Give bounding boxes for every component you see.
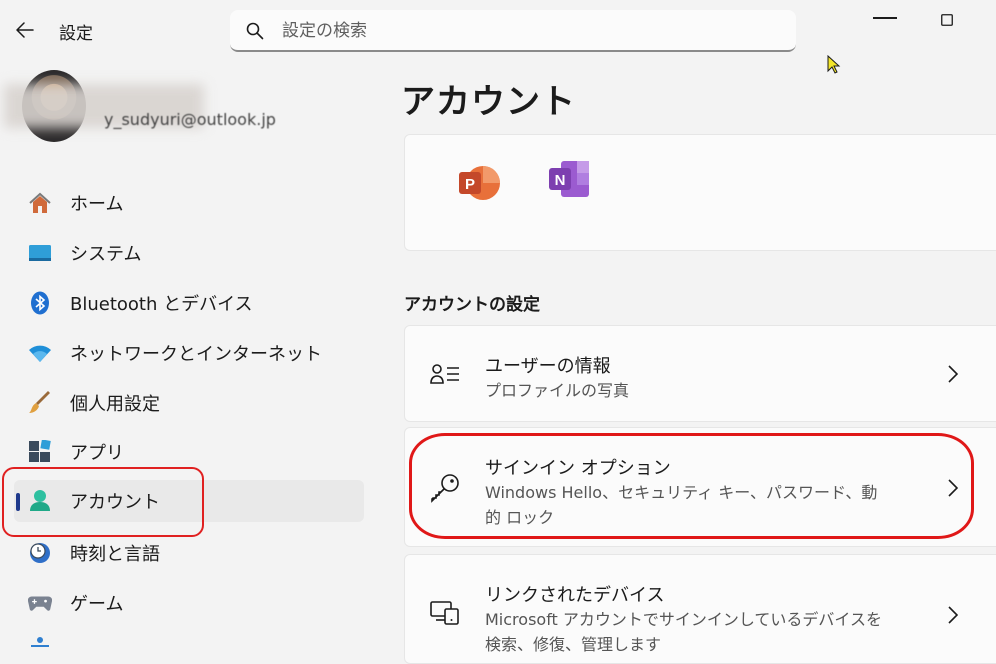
- chevron-right-icon: [945, 605, 961, 625]
- page-title: アカウント: [401, 82, 576, 122]
- setting-user-info[interactable]: ユーザーの情報 プロファイルの写真: [404, 325, 996, 422]
- bluetooth-icon: [28, 291, 52, 315]
- sidebar-item-partial: [28, 636, 52, 647]
- clock-globe-icon: [28, 541, 52, 565]
- user-info-icon: [429, 358, 461, 390]
- accessibility-icon: [31, 637, 49, 647]
- sidebar-item-personalization[interactable]: 個人用設定: [14, 382, 364, 424]
- sidebar-item-label: アプリ: [70, 443, 124, 464]
- back-button[interactable]: [14, 19, 36, 41]
- back-arrow-icon: [16, 22, 34, 38]
- gamepad-icon: [28, 591, 52, 615]
- setting-description: Microsoft アカウントでサインインしているデバイスを検索、修復、管理しま…: [485, 610, 882, 654]
- search-input[interactable]: [280, 16, 764, 46]
- sidebar-item-bluetooth[interactable]: Bluetooth とデバイス: [14, 282, 364, 324]
- maximize-button[interactable]: [935, 8, 959, 32]
- minimize-icon: [873, 17, 897, 19]
- svg-text:P: P: [465, 176, 475, 193]
- setting-linked-devices[interactable]: リンクされたデバイス Microsoft アカウントでサインインしているデバイス…: [404, 554, 996, 664]
- setting-title: リンクされたデバイス: [485, 585, 665, 606]
- profile-email: y_sudyuri@outlook.jp: [104, 110, 276, 129]
- system-icon: [28, 241, 52, 265]
- sidebar-item-label: ホーム: [70, 194, 124, 215]
- app-title: 設定: [59, 24, 93, 44]
- brush-icon: [28, 391, 52, 415]
- highlight-annotation-signin: [409, 433, 974, 539]
- apps-card: P N: [404, 134, 996, 251]
- powerpoint-icon[interactable]: P: [457, 163, 501, 207]
- mouse-cursor-icon: [827, 55, 841, 74]
- chevron-right-icon: [945, 364, 961, 384]
- section-heading: アカウントの設定: [404, 295, 540, 315]
- sidebar-item-home[interactable]: ホーム: [14, 182, 364, 224]
- apps-icon: [28, 440, 52, 464]
- devices-icon: [429, 597, 461, 629]
- search-icon: [246, 22, 264, 40]
- search-box[interactable]: [230, 10, 796, 52]
- sidebar-item-system[interactable]: システム: [14, 232, 364, 274]
- sidebar-item-time-language[interactable]: 時刻と言語: [14, 532, 364, 574]
- sidebar-item-label: ネットワークとインターネット: [70, 344, 322, 365]
- svg-text:N: N: [555, 172, 566, 189]
- setting-description: プロファイルの写真: [485, 381, 630, 400]
- wifi-icon: [28, 341, 52, 365]
- sidebar-item-label: 個人用設定: [70, 394, 160, 415]
- sidebar-item-label: 時刻と言語: [70, 544, 160, 565]
- sidebar-item-label: システム: [70, 244, 142, 265]
- home-icon: [28, 191, 52, 215]
- minimize-button[interactable]: [862, 0, 908, 36]
- sidebar-item-label: ゲーム: [70, 594, 124, 615]
- sidebar-item-gaming[interactable]: ゲーム: [14, 582, 364, 624]
- onenote-icon[interactable]: N: [547, 159, 591, 203]
- sidebar-item-label: Bluetooth とデバイス: [70, 294, 253, 315]
- maximize-icon: [941, 14, 953, 26]
- highlight-annotation-nav: [2, 467, 204, 537]
- sidebar-item-network[interactable]: ネットワークとインターネット: [14, 332, 364, 374]
- setting-title: ユーザーの情報: [485, 356, 611, 377]
